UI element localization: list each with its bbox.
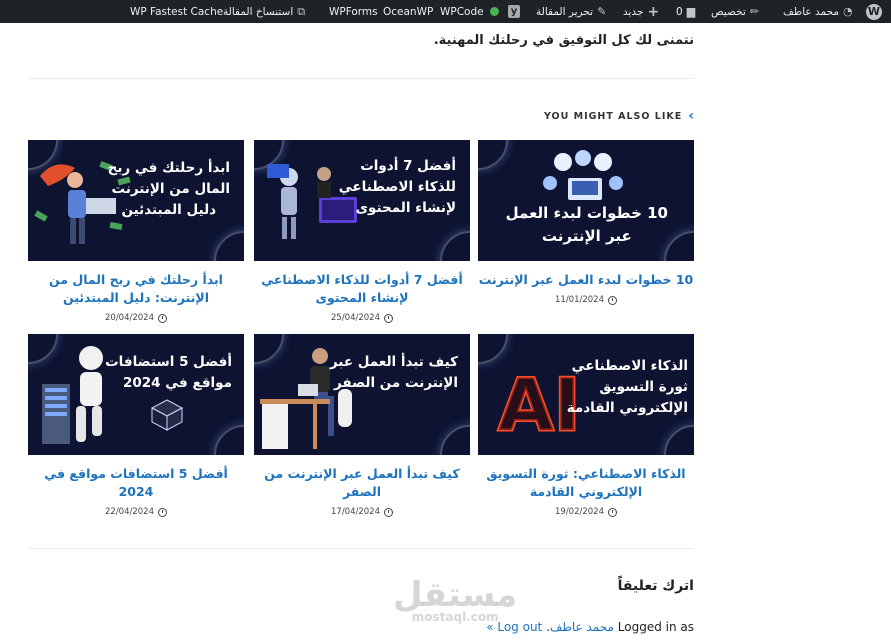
post-title-link[interactable]: أفضل 5 استضافات مواقع في 2024 [28, 465, 244, 501]
clock-icon [158, 313, 167, 323]
admin-bar: WP Fastest Cache استنساخ المقالة ⧉ WPFor… [0, 0, 891, 23]
logged-in-notice: Logged in as محمد عاطف. Log out » [486, 620, 694, 634]
wp-fastest-cache-menu[interactable]: WP Fastest Cache [130, 0, 223, 23]
svg-text:AI: AI [498, 363, 576, 442]
chevron-left-icon: ‹ [688, 108, 694, 124]
wp-logo-menu[interactable]: W [866, 0, 882, 23]
post-date: 17/04/2024 [254, 507, 470, 517]
user-profile-link[interactable]: محمد عاطف [550, 620, 614, 634]
article-closing-text: نتمنى لك كل التوفيق في رحلتك المهنية. [433, 33, 694, 48]
divider [28, 78, 694, 79]
plus-icon: + [647, 3, 660, 20]
comments-menu[interactable]: 0 ▆ [676, 0, 695, 23]
ai-neon-illustration: AI AI [497, 362, 577, 443]
post-title-link[interactable]: 10 خطوات لبدء العمل عبر الإنترنت [478, 271, 694, 289]
post-title-link[interactable]: ابدأ رحلتك في ربح المال من الإنترنت: دلي… [28, 271, 244, 307]
people-illustration [543, 150, 623, 200]
post-date: 19/02/2024 [478, 507, 694, 517]
duplicate-post-menu[interactable]: استنساخ المقالة ⧉ [223, 0, 305, 23]
related-post-card: كيف تبدأ العمل عبر الإنترنت من الصفر كيف… [254, 334, 470, 517]
wpcode-menu[interactable]: WPCode [440, 0, 484, 23]
post-date: 11/01/2024 [478, 295, 694, 305]
post-title-link[interactable]: الذكاء الاصطناعي: ثورة التسويق الإلكترون… [478, 465, 694, 501]
post-thumbnail[interactable]: ابدأ رحلتك في ربح المال من الإنترنت دليل… [28, 140, 244, 261]
clock-icon [608, 507, 617, 517]
post-thumbnail[interactable]: أفضل 5 استضافات مواقع في 2024 [28, 334, 244, 455]
related-post-card: أفضل 7 أدوات للذكاء الاصطناعي لإنشاء الم… [254, 140, 470, 323]
post-date: 22/04/2024 [28, 507, 244, 517]
related-posts-heading: YOU MIGHT ALSO LIKE ‹ [543, 108, 694, 124]
new-content-menu[interactable]: جديد + [623, 0, 659, 23]
leave-comment-heading: اترك تعليقاً [617, 578, 694, 594]
yoast-icon: y [508, 5, 520, 18]
related-post-card: 10 خطوات لبدء العمل عبر الإنترنت 10 خطوا… [478, 140, 694, 305]
server-cube-icon [150, 399, 184, 431]
related-post-card: ابدأ رحلتك في ربح المال من الإنترنت دليل… [28, 140, 244, 323]
post-title-link[interactable]: أفضل 7 أدوات للذكاء الاصطناعي لإنشاء الم… [254, 271, 470, 307]
comment-icon: ▆ [686, 5, 696, 18]
clock-icon [384, 507, 393, 517]
clock-icon [384, 313, 393, 323]
edit-post-menu[interactable]: تحرير المقالة ✎ [536, 0, 606, 23]
oceanwp-menu[interactable]: OceanWP [383, 0, 433, 23]
post-title-link[interactable]: كيف تبدأ العمل عبر الإنترنت من الصفر [254, 465, 470, 501]
status-dot-icon [490, 7, 499, 16]
yoast-menu[interactable]: y [508, 0, 520, 23]
post-thumbnail[interactable]: AI AI الذكاء الاصطناعي ثورة التسويق الإل… [478, 334, 694, 455]
post-date: 25/04/2024 [254, 313, 470, 323]
pencil-icon: ✎ [597, 5, 607, 18]
mostaql-watermark: مستقل mostaql.com [393, 575, 518, 624]
related-post-card: أفضل 5 استضافات مواقع في 2024 أفضل 5 است… [28, 334, 244, 517]
post-date: 20/04/2024 [28, 313, 244, 323]
divider [28, 548, 694, 549]
clock-icon [158, 507, 167, 517]
duplicate-icon: ⧉ [297, 4, 306, 18]
dashboard-icon: ◔ [843, 5, 853, 18]
wpforms-menu[interactable]: WPForms [329, 0, 378, 23]
status-indicator[interactable] [490, 0, 499, 23]
clock-icon [608, 295, 617, 305]
post-thumbnail[interactable]: كيف تبدأ العمل عبر الإنترنت من الصفر [254, 334, 470, 455]
wordpress-icon: W [866, 3, 882, 20]
logout-link[interactable]: Log out » [486, 620, 542, 634]
post-thumbnail[interactable]: 10 خطوات لبدء العمل عبر الإنترنت [478, 140, 694, 261]
customize-menu[interactable]: تخصيص ✏ [711, 0, 759, 23]
post-thumbnail[interactable]: أفضل 7 أدوات للذكاء الاصطناعي لإنشاء الم… [254, 140, 470, 261]
related-post-card: AI AI الذكاء الاصطناعي ثورة التسويق الإل… [478, 334, 694, 517]
brush-icon: ✏ [749, 5, 760, 18]
user-menu[interactable]: محمد عاطف ◔ [783, 0, 853, 23]
